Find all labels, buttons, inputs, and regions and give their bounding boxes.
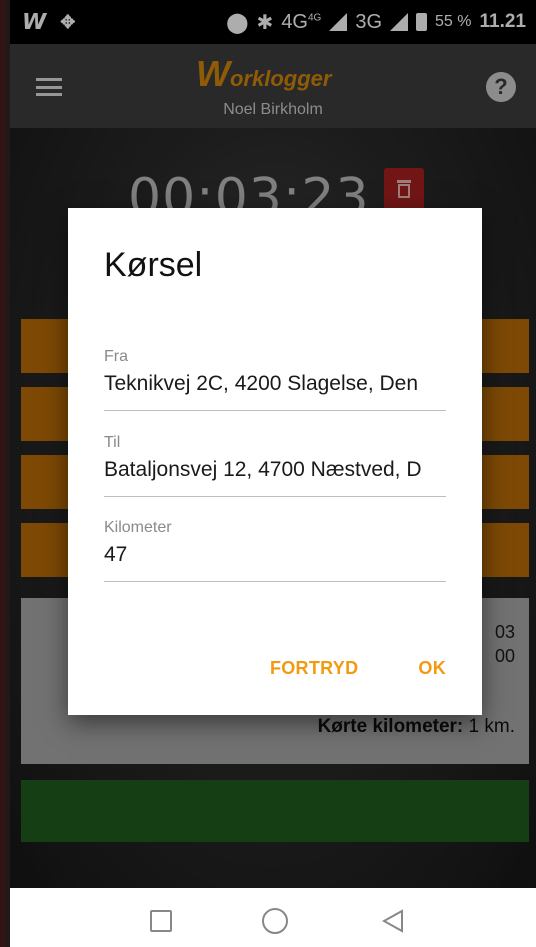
- recents-icon[interactable]: [150, 910, 172, 932]
- to-underline: [104, 496, 446, 497]
- kilometer-label: Kilometer: [104, 519, 172, 536]
- from-input[interactable]: Teknikvej 2C, 4200 Slagelse, Den: [104, 372, 446, 400]
- dialog-title: Kørsel: [104, 246, 203, 284]
- kilometer-underline: [104, 581, 446, 582]
- kilometer-input[interactable]: 47: [104, 543, 446, 571]
- from-field[interactable]: Fra Teknikvej 2C, 4200 Slagelse, Den: [104, 348, 446, 411]
- ok-button[interactable]: OK: [418, 658, 446, 679]
- to-label: Til: [104, 434, 121, 451]
- from-label: Fra: [104, 348, 128, 365]
- system-nav-bar: [10, 888, 536, 947]
- cancel-button[interactable]: FORTRYD: [270, 658, 358, 679]
- from-underline: [104, 410, 446, 411]
- to-input[interactable]: Bataljonsvej 12, 4700 Næstved, D: [104, 458, 446, 486]
- kilometer-field[interactable]: Kilometer 47: [104, 519, 446, 582]
- home-icon[interactable]: [262, 908, 288, 934]
- to-field[interactable]: Til Bataljonsvej 12, 4700 Næstved, D: [104, 434, 446, 497]
- driving-dialog: Kørsel Fra Teknikvej 2C, 4200 Slagelse, …: [68, 208, 482, 715]
- dialog-actions: FORTRYD OK: [270, 658, 446, 679]
- back-icon[interactable]: [382, 909, 404, 933]
